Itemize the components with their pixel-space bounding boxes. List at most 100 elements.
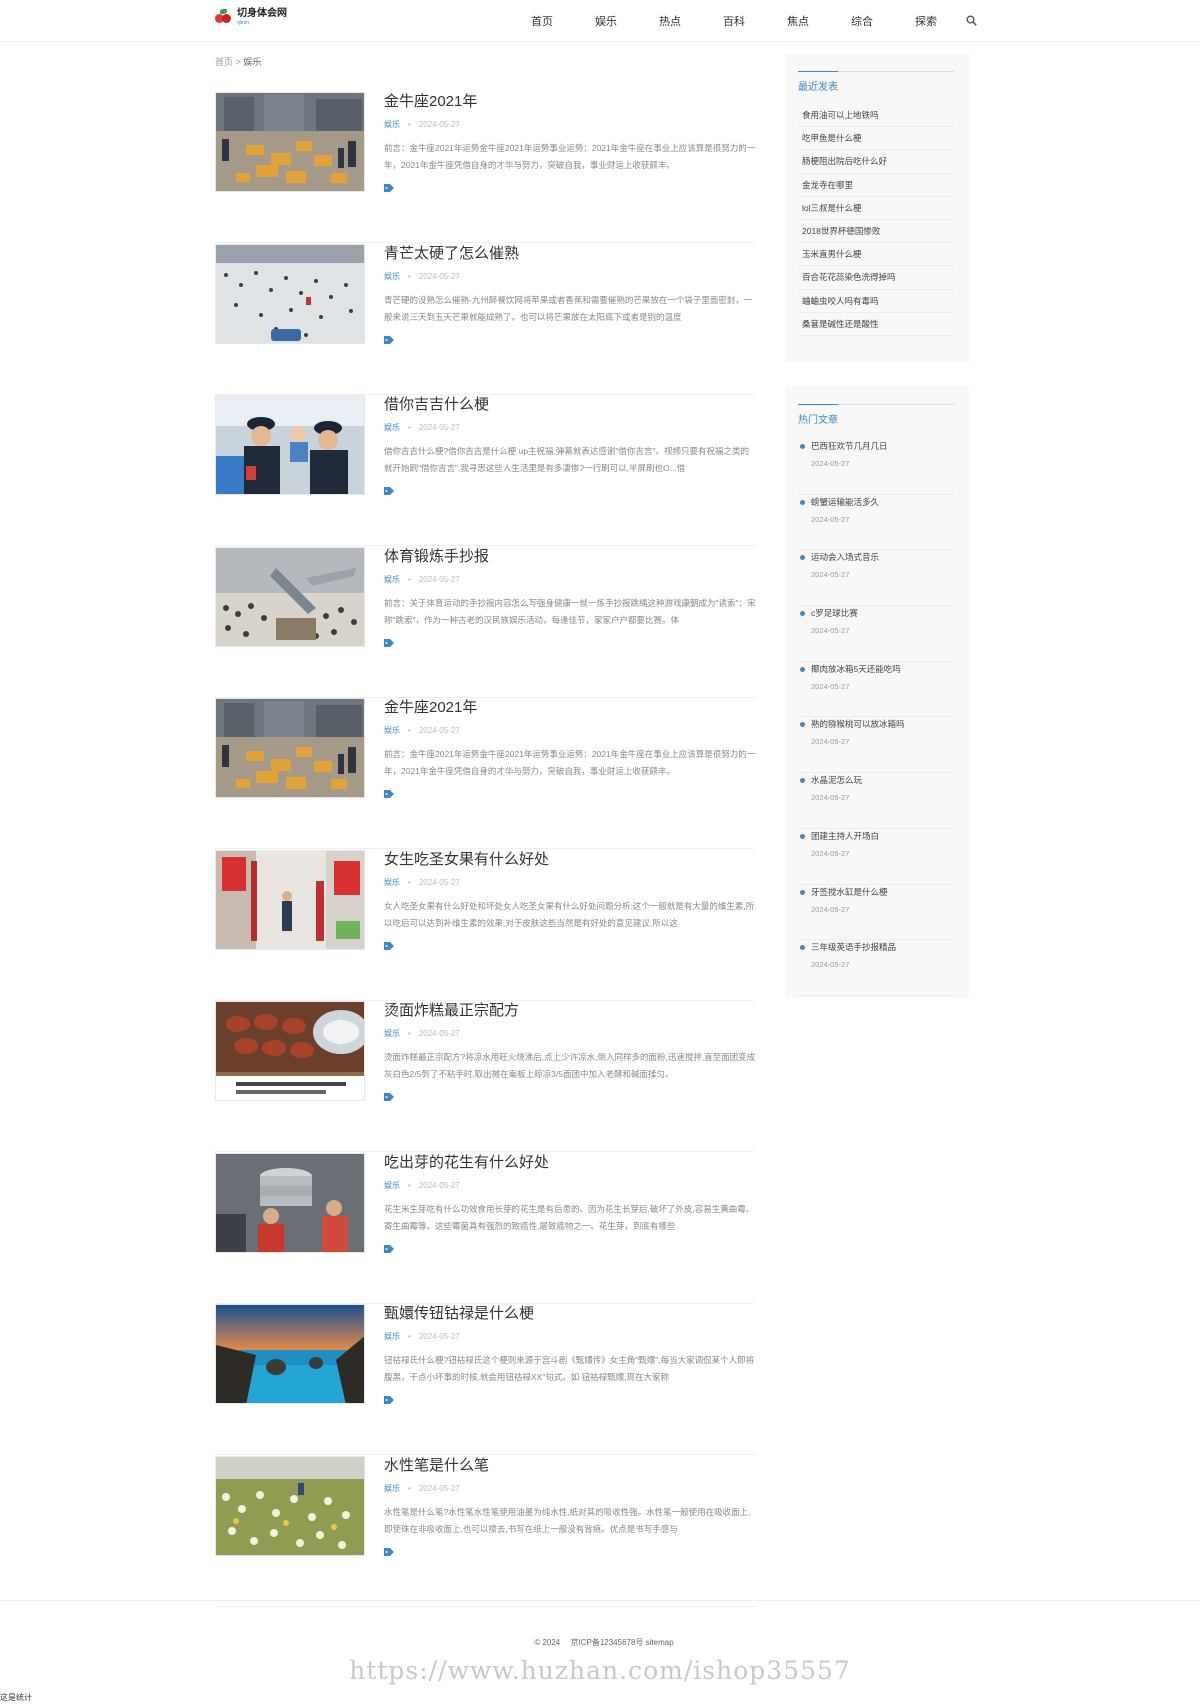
article-title[interactable]: 青芒太硬了怎么催熟	[384, 244, 519, 264]
hot-article-title[interactable]: c罗足球比赛	[811, 606, 858, 620]
hot-article-title[interactable]: 水晶泥怎么玩	[811, 773, 862, 787]
footer-icp-link[interactable]: 京ICP备12345678号	[570, 1638, 643, 1647]
tag-icon[interactable]	[384, 184, 394, 192]
article-category[interactable]: 娱乐	[384, 575, 400, 584]
recent-post-item[interactable]: 2018世界杯德国惨败	[798, 220, 954, 244]
recent-post-item[interactable]: 金龙寺在哪里	[798, 174, 954, 197]
article-thumbnail[interactable]	[215, 243, 365, 344]
recent-post-item[interactable]: 玉米直男什么梗	[798, 243, 954, 267]
hot-article-title[interactable]: 熟的猕猴桃可以放冰箱吗	[811, 717, 905, 731]
stat-text: 这是统计	[0, 1693, 32, 1702]
hot-article-title[interactable]: 椰肉放冰箱5天还能吃吗	[811, 662, 901, 676]
recent-post-item[interactable]: 肠梗阻出院后吃什么好	[798, 150, 954, 174]
article-thumbnail[interactable]	[215, 546, 365, 647]
bullet-dot-icon	[800, 722, 805, 728]
tag-icon[interactable]	[384, 1547, 394, 1556]
article-meta: 娱乐 • 2024-05-27	[384, 272, 460, 282]
recent-post-item[interactable]: 桑葚是碱性还是酸性	[798, 313, 954, 336]
tag-icon[interactable]	[384, 487, 394, 495]
article-image	[216, 93, 364, 191]
article-category[interactable]: 娱乐	[384, 423, 400, 432]
article-thumbnail[interactable]	[215, 698, 365, 798]
breadcrumb-home[interactable]: 首页	[215, 57, 233, 67]
nav-item-explore[interactable]: 探索	[894, 13, 958, 29]
article-category[interactable]: 娱乐	[384, 726, 400, 735]
tag-icon[interactable]	[384, 1244, 394, 1253]
tag-icon[interactable]	[384, 1396, 394, 1404]
article-title[interactable]: 体育锻炼手抄报	[384, 547, 489, 567]
article-meta: 娱乐 • 2024-05-27	[384, 1484, 460, 1494]
article-thumbnail[interactable]	[215, 92, 365, 192]
nav-item-hot[interactable]: 热点	[638, 13, 702, 29]
article-title[interactable]: 烫面炸糕最正宗配方	[384, 1001, 519, 1021]
breadcrumb-current: 娱乐	[243, 57, 262, 67]
hot-articles-list: 巴西狂欢节几月几日 2024-05-27 螃蟹运输能活多久 2024-05-27 运动会…	[798, 439, 954, 996]
article-date: 2024-05-27	[418, 726, 460, 735]
article-title[interactable]: 女生吃圣女果有什么好处	[384, 850, 549, 870]
hot-article-title[interactable]: 巴西狂欢节几月几日	[811, 439, 888, 453]
tag-icon[interactable]	[384, 941, 394, 950]
nav-item-general[interactable]: 综合	[830, 13, 894, 29]
nav-item-entertainment[interactable]: 娱乐	[574, 13, 638, 29]
search-icon[interactable]	[966, 15, 977, 26]
article-thumbnail[interactable]	[215, 849, 365, 950]
site-logo[interactable]: 切身体会网 qiesh	[215, 8, 287, 27]
article-card: 吃出芽的花生有什么好处 娱乐 • 2024-05-27 花生米生芽吃有什么功效食用长芽的…	[215, 1152, 755, 1304]
cherry-logo-icon	[215, 8, 233, 26]
hot-article-date: 2024-05-27	[811, 570, 850, 580]
recent-posts-title: 最近发表	[798, 82, 838, 93]
recent-posts-list: 食用油可以上地铁吗 吃甲鱼是什么梗 肠梗阻出院后吃什么好 金龙寺在哪里 lol三叔是什么…	[798, 104, 954, 336]
meta-dot: •	[408, 1180, 411, 1190]
meta-dot: •	[408, 574, 411, 584]
article-category[interactable]: 娱乐	[384, 1484, 400, 1493]
article-title[interactable]: 金牛座2021年	[384, 698, 477, 718]
hot-article-title[interactable]: 螃蟹运输能活多久	[811, 495, 879, 509]
hot-article-title[interactable]: 运动会入场式音乐	[811, 550, 879, 564]
hot-article-title[interactable]: 牙签搅水缸是什么梗	[811, 885, 888, 899]
article-title[interactable]: 甄嬛传钮钴禄是什么梗	[384, 1304, 534, 1324]
recent-post-item[interactable]: 食用油可以上地铁吗	[798, 104, 954, 128]
hot-article-title[interactable]: 三年级英语手抄报精品	[811, 940, 896, 954]
tag-icon[interactable]	[384, 1093, 394, 1101]
article-title[interactable]: 借你吉吉什么梗	[384, 395, 489, 415]
article-title[interactable]: 吃出芽的花生有什么好处	[384, 1153, 549, 1173]
footer-copyright: © 2024	[534, 1638, 561, 1647]
article-category[interactable]: 娱乐	[384, 1029, 400, 1038]
article-image	[216, 850, 364, 949]
recent-post-item[interactable]: 蛐蛐虫咬人吗有毒吗	[798, 290, 954, 313]
article-category[interactable]: 娱乐	[384, 878, 400, 887]
footer-sitemap-link[interactable]: sitemap	[646, 1638, 674, 1647]
tag-icon[interactable]	[384, 638, 394, 647]
article-title[interactable]: 金牛座2021年	[384, 92, 477, 112]
article-card: 甄嬛传钮钴禄是什么梗 娱乐 • 2024-05-27 钮祜禄氏什么梗?钮祜禄氏这个梗则来…	[215, 1304, 755, 1455]
hot-article-item: 运动会入场式音乐 2024-05-27	[798, 550, 954, 607]
tag-icon[interactable]	[384, 790, 394, 798]
article-thumbnail[interactable]	[215, 1304, 365, 1404]
article-title[interactable]: 水性笔是什么笔	[384, 1456, 489, 1476]
tag-icon[interactable]	[384, 335, 394, 344]
recent-post-item[interactable]: lol三叔是什么梗	[798, 197, 954, 220]
widget-title-underline	[798, 404, 954, 405]
article-category[interactable]: 娱乐	[384, 1332, 400, 1341]
article-category[interactable]: 娱乐	[384, 120, 400, 129]
hot-article-item: 熟的猕猴桃可以放冰箱吗 2024-05-27	[798, 717, 954, 774]
recent-post-item[interactable]: 吃甲鱼是什么梗	[798, 127, 954, 151]
article-thumbnail[interactable]	[215, 1152, 365, 1253]
main-nav: 首页 娱乐 热点 百科 焦点 综合 探索	[510, 0, 958, 42]
article-image	[216, 1456, 364, 1555]
article-date: 2024-05-27	[418, 1483, 460, 1493]
article-category[interactable]: 娱乐	[384, 1181, 400, 1190]
nav-item-focus[interactable]: 焦点	[766, 13, 830, 29]
article-thumbnail[interactable]	[215, 1455, 365, 1556]
article-thumbnail[interactable]	[215, 395, 365, 495]
article-thumbnail[interactable]	[215, 1001, 365, 1101]
hot-article-item: 巴西狂欢节几月几日 2024-05-27	[798, 439, 954, 495]
nav-item-home[interactable]: 首页	[510, 13, 574, 29]
hot-article-title[interactable]: 团建主持人开场白	[811, 829, 879, 843]
nav-item-encyclopedia[interactable]: 百科	[702, 13, 766, 29]
article-card: 金牛座2021年 娱乐 • 2024-05-27 前言：金牛座2021年运势金牛座202…	[215, 92, 755, 243]
recent-post-item[interactable]: 百合花花蕊染色洗得掉吗	[798, 266, 954, 290]
article-category[interactable]: 娱乐	[384, 272, 400, 281]
bullet-dot-icon	[800, 666, 805, 672]
article-image	[216, 396, 364, 494]
